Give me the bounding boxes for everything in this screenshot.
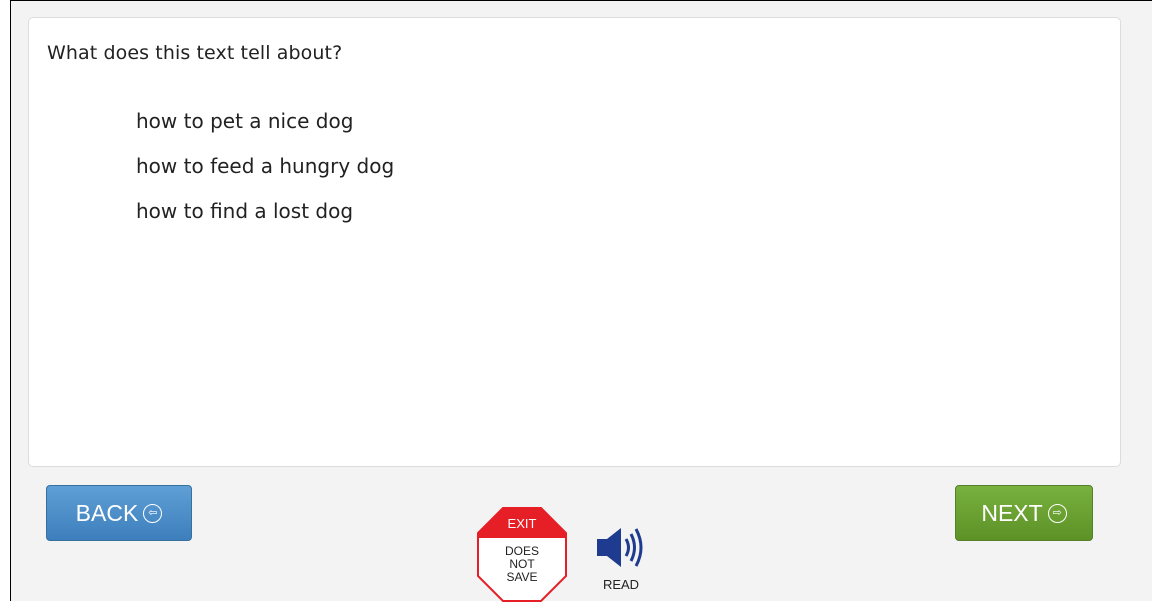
answer-options: how to pet a nice dog how to feed a hung… <box>136 106 394 241</box>
question-card: What does this text tell about? how to p… <box>28 17 1121 467</box>
speaker-icon <box>597 528 643 567</box>
exit-button[interactable]: EXIT DOES NOT SAVE <box>477 507 567 602</box>
read-aloud-button[interactable]: READ <box>591 523 651 595</box>
back-button[interactable]: BACK ⇦ <box>46 485 192 541</box>
question-text: What does this text tell about? <box>47 42 343 64</box>
answer-option-2[interactable]: how to feed a hungry dog <box>136 151 394 196</box>
exit-subtitle: DOES NOT SAVE <box>497 545 547 584</box>
right-arrow-circle-icon: ⇨ <box>1047 503 1067 523</box>
exit-line-3: SAVE <box>506 570 538 584</box>
next-button[interactable]: NEXT ⇨ <box>955 485 1093 541</box>
app-frame: What does this text tell about? how to p… <box>10 0 1152 602</box>
back-label: BACK <box>75 499 139 526</box>
next-label: NEXT <box>981 499 1043 526</box>
answer-option-3[interactable]: how to find a lost dog <box>136 196 394 241</box>
answer-option-1[interactable]: how to pet a nice dog <box>136 106 394 151</box>
read-label: READ <box>602 577 640 592</box>
exit-title: EXIT <box>507 516 537 531</box>
left-arrow-circle-icon: ⇦ <box>143 503 163 523</box>
